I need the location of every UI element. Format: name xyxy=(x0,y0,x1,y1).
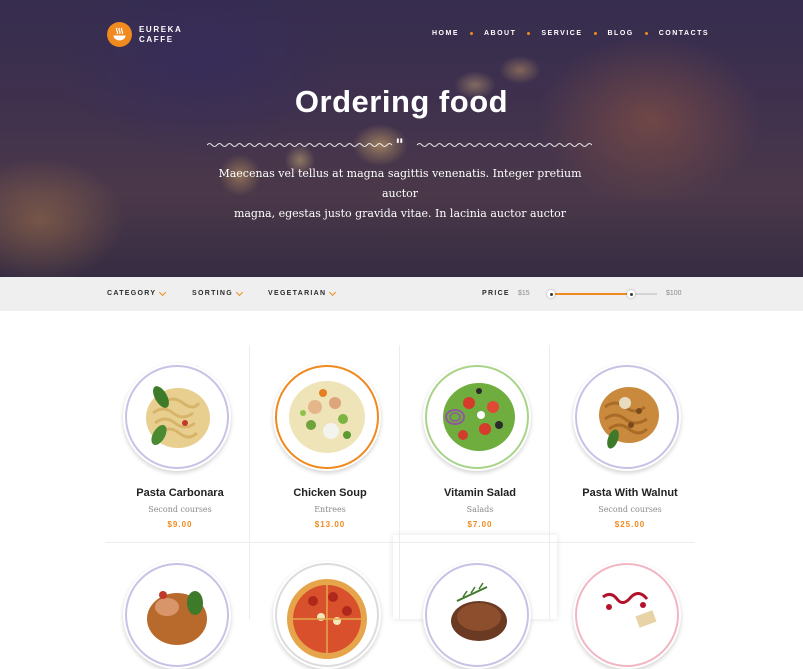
price-slider-max-handle[interactable] xyxy=(627,290,635,298)
pasta-carbonara-dish-image xyxy=(123,363,231,471)
main-nav: HOME ABOUT SERVICE BLOG CONTACTS xyxy=(432,30,709,37)
menu-item-price: $25.00 xyxy=(614,520,646,529)
menu-item-price: $9.00 xyxy=(167,520,193,529)
menu-item-name: Pasta Carbonara xyxy=(136,487,224,499)
hero-intro-line1: Maecenas vel tellus at magna sagittis ve… xyxy=(218,167,582,200)
chevron-down-icon xyxy=(235,288,244,296)
hero-banner: EUREKA CAFFE HOME ABOUT SERVICE BLOG CON… xyxy=(0,0,803,277)
dessert-dish-image xyxy=(573,561,681,669)
price-range-slider[interactable] xyxy=(547,290,657,298)
page-title: Ordering food xyxy=(294,84,509,119)
menu-item-category: Second courses xyxy=(598,505,662,514)
nav-service[interactable]: SERVICE xyxy=(541,30,582,37)
menu-item-name: Pasta With Walnut xyxy=(582,487,678,499)
brand-name: EUREKA CAFFE xyxy=(139,25,199,45)
sorting-filter-dropdown[interactable]: SORTING xyxy=(192,288,244,297)
brand-logo[interactable]: EUREKA CAFFE xyxy=(107,22,199,47)
vegetarian-filter-label: VEGETARIAN xyxy=(268,290,327,297)
menu-item-price: $7.00 xyxy=(467,520,493,529)
category-filter-label: CATEGORY xyxy=(107,290,157,297)
hero-intro-line2: magna, egestas justo gravida vitae. In l… xyxy=(233,207,567,220)
nav-separator-dot xyxy=(644,32,648,35)
filter-bar: CATEGORY SORTING VEGETARIAN PRICE $15 $1… xyxy=(0,277,803,311)
vegetarian-filter-dropdown[interactable]: VEGETARIAN xyxy=(268,288,337,297)
pizza-dish-image xyxy=(273,561,381,669)
price-slider-min-handle[interactable] xyxy=(547,290,555,298)
wavy-divider-quote-icon: " xyxy=(207,138,592,152)
nav-separator-dot xyxy=(593,32,597,35)
brand-name-line1: EUREKA xyxy=(139,24,183,34)
meat-dish-image xyxy=(123,561,231,669)
menu-grid: Pasta Carbonara Second courses $9.00 Chi… xyxy=(105,345,695,669)
menu-item-name: Vitamin Salad xyxy=(444,487,516,499)
sorting-filter-label: SORTING xyxy=(192,290,233,297)
pasta-with-walnut-dish-image xyxy=(573,363,681,471)
nav-contacts[interactable]: CONTACTS xyxy=(659,30,709,37)
price-min-value: $15 xyxy=(518,290,530,297)
nav-separator-dot xyxy=(470,32,473,35)
svg-text:": " xyxy=(395,138,403,152)
steak-dish-image xyxy=(423,561,531,669)
price-range-fill xyxy=(551,293,631,295)
grid-divider xyxy=(549,345,550,619)
nav-separator-dot xyxy=(527,32,531,35)
menu-item-price: $13.00 xyxy=(314,520,346,529)
hero-intro-text: Maecenas vel tellus at magna sagittis ve… xyxy=(200,164,600,224)
menu-item-category: Entrees xyxy=(314,505,346,514)
nav-blog[interactable]: BLOG xyxy=(608,30,634,37)
vitamin-salad-dish-image xyxy=(423,363,531,471)
chicken-soup-dish-image xyxy=(273,363,381,471)
nav-home[interactable]: HOME xyxy=(432,30,459,37)
category-filter-dropdown[interactable]: CATEGORY xyxy=(107,288,167,297)
grid-divider xyxy=(105,542,695,543)
price-filter-label: PRICE xyxy=(482,290,510,297)
chevron-down-icon xyxy=(159,288,167,296)
price-max-value: $100 xyxy=(666,290,682,297)
menu-item-category: Salads xyxy=(466,505,494,514)
chevron-down-icon xyxy=(329,288,337,296)
grid-divider xyxy=(249,345,250,619)
menu-item-category: Second courses xyxy=(148,505,212,514)
nav-about[interactable]: ABOUT xyxy=(484,30,516,37)
steaming-bowl-icon xyxy=(107,22,132,47)
grid-divider xyxy=(399,345,400,619)
brand-name-line2: CAFFE xyxy=(139,34,174,44)
menu-item-name: Chicken Soup xyxy=(293,487,367,499)
